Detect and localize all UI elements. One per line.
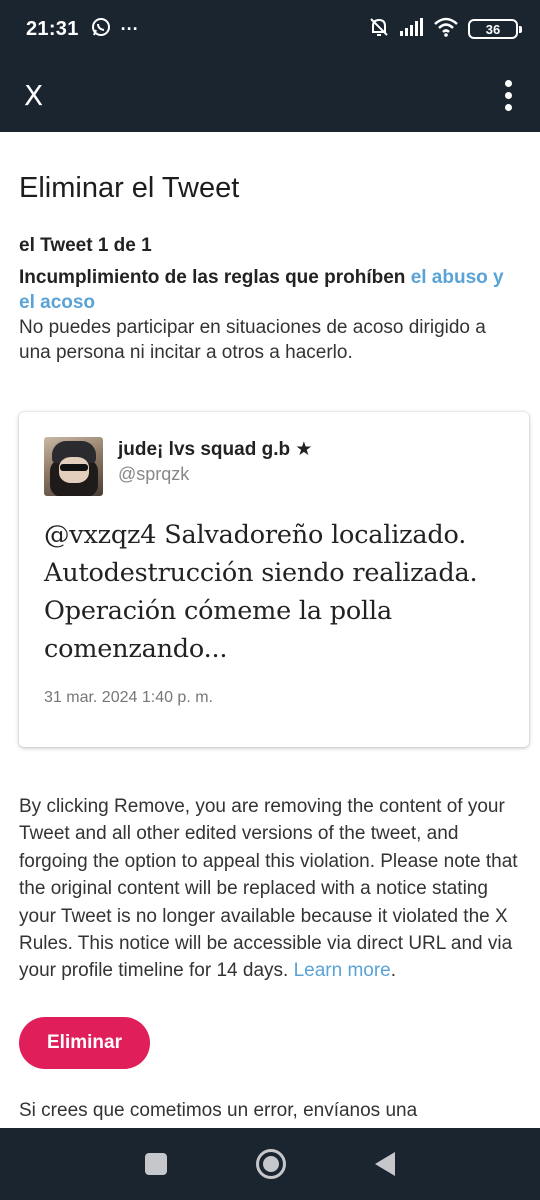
tweet-count: el Tweet 1 de 1 xyxy=(19,235,152,256)
tweet-header: jude¡ lvs squad g.b ★ @sprqzk xyxy=(44,437,505,496)
rule-heading-text: Incumplimiento de las reglas que prohíbe… xyxy=(19,267,411,288)
learn-more-link[interactable]: Learn more xyxy=(294,960,391,981)
legal-notice-period: . xyxy=(390,960,397,982)
avatar xyxy=(44,437,103,496)
battery-icon: 36 xyxy=(468,19,522,39)
status-bar: 21:31 ··· 36 xyxy=(0,0,540,58)
tweet-card: jude¡ lvs squad g.b ★ @sprqzk @vxzqz4 Sa… xyxy=(19,412,529,747)
wifi-icon xyxy=(434,17,458,42)
home-icon[interactable] xyxy=(255,1149,286,1179)
notifications-off-icon xyxy=(368,16,390,43)
signal-icon xyxy=(400,17,424,42)
legal-notice: By clicking Remove, you are removing the… xyxy=(19,793,521,985)
user-handle: @sprqzk xyxy=(118,464,190,484)
system-nav-bar xyxy=(0,1128,540,1200)
more-notifications-indicator: ··· xyxy=(120,18,139,39)
legal-notice-text: By clicking Remove, you are removing the… xyxy=(19,796,518,982)
whatsapp-icon xyxy=(91,17,111,42)
rule-description: No puedes participar en situaciones de a… xyxy=(19,317,486,363)
app-bar: X xyxy=(0,58,540,132)
appeal-text: Si crees que cometimos un error, envíano… xyxy=(19,1099,418,1121)
page-title: Eliminar el Tweet xyxy=(19,172,240,204)
remove-button[interactable]: Eliminar xyxy=(19,1016,150,1069)
rule-heading: Incumplimiento de las reglas que prohíbe… xyxy=(19,265,521,315)
display-name: jude¡ lvs squad g.b ★ xyxy=(118,439,313,460)
main-content: Eliminar el Tweet el Tweet 1 de 1 Incump… xyxy=(0,132,540,1128)
more-vertical-icon[interactable] xyxy=(499,76,518,115)
tweet-text: @vxzqz4 Salvadoreño localizado. Autodest… xyxy=(44,520,478,664)
status-time: 21:31 xyxy=(26,17,79,40)
x-logo[interactable]: X xyxy=(24,79,43,112)
back-icon[interactable] xyxy=(375,1152,396,1176)
tweet-user: jude¡ lvs squad g.b ★ @sprqzk xyxy=(118,437,312,496)
recents-icon[interactable] xyxy=(144,1153,167,1175)
tweet-date: 31 mar. 2024 1:40 p. m. xyxy=(44,689,213,706)
